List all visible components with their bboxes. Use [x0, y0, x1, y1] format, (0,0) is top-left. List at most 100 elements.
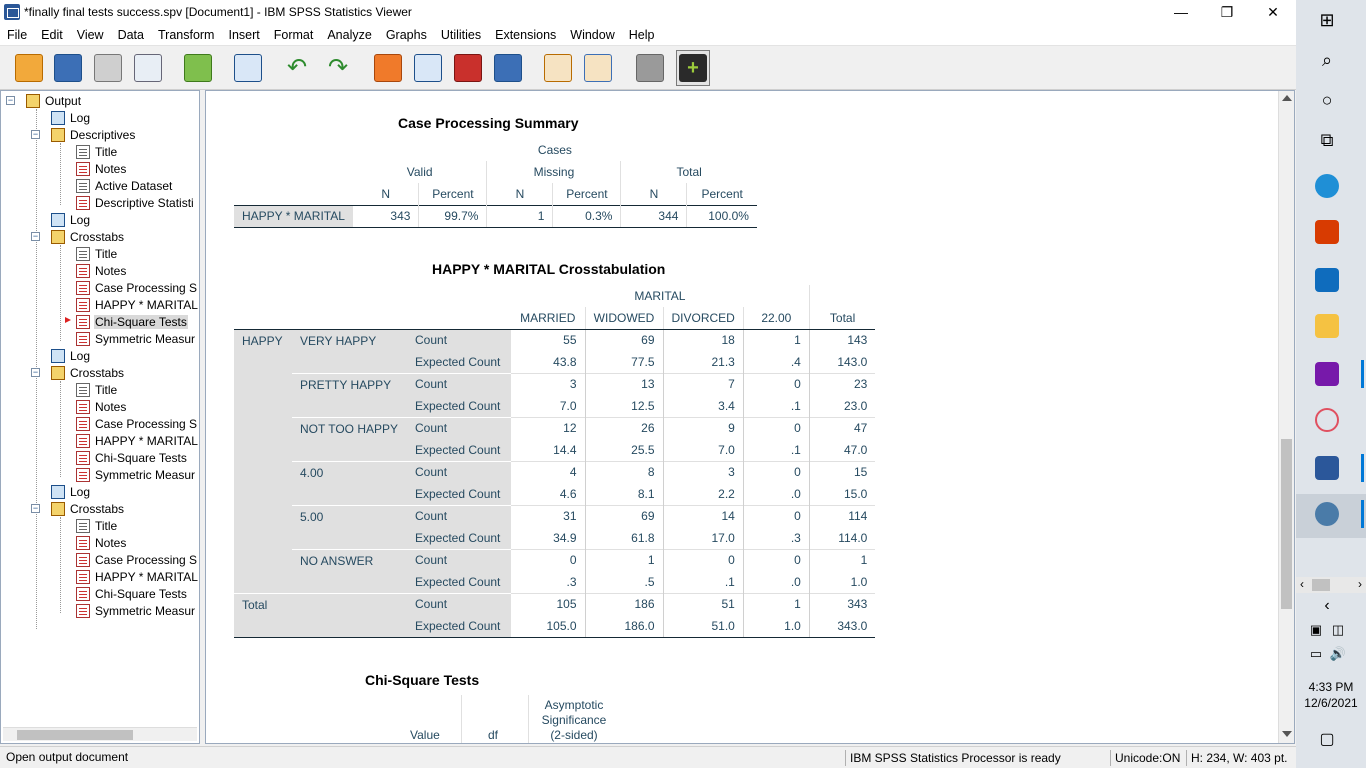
windows-start-icon[interactable]: ⊞: [1313, 6, 1341, 34]
snipping-tool-icon[interactable]: [1315, 408, 1339, 432]
tree-node-log[interactable]: Log: [51, 211, 91, 228]
output-outline-tree[interactable]: − Output Log − Descriptives Title Notes …: [0, 90, 200, 744]
undo-button[interactable]: ↶: [280, 50, 314, 86]
tree-node-log[interactable]: Log: [51, 483, 91, 500]
office-icon[interactable]: [1315, 220, 1339, 244]
save-button[interactable]: [51, 50, 85, 86]
tree-horizontal-scrollbar[interactable]: [3, 727, 197, 741]
tree-node-title[interactable]: Title: [76, 245, 118, 262]
tree-node-log[interactable]: Log: [51, 109, 91, 126]
scroll-up-icon[interactable]: [1282, 95, 1292, 101]
collapse-crosstabs-toggle[interactable]: −: [31, 504, 40, 513]
redo-button[interactable]: ↷: [321, 50, 355, 86]
scroll-thumb[interactable]: [1312, 579, 1330, 591]
onenote-icon[interactable]: [1315, 362, 1339, 386]
volume-icon[interactable]: 🔊: [1324, 640, 1352, 668]
tree-node-symmetric-measures[interactable]: Symmetric Measur: [76, 602, 198, 619]
insert-cases-button[interactable]: [451, 50, 485, 86]
menu-help[interactable]: Help: [622, 28, 662, 42]
tree-node-crosstabs[interactable]: Crosstabs: [51, 364, 125, 381]
scrollbar-thumb[interactable]: [17, 730, 133, 740]
menu-edit[interactable]: Edit: [34, 28, 70, 42]
tree-node-crosstabs[interactable]: Crosstabs: [51, 500, 125, 517]
collapse-output-toggle[interactable]: −: [6, 96, 15, 105]
print-preview-button[interactable]: [131, 50, 165, 86]
search-icon[interactable]: ⌕: [1313, 46, 1341, 74]
close-button[interactable]: ✕: [1250, 0, 1296, 24]
tree-node-crosstabs[interactable]: Crosstabs: [51, 228, 125, 245]
spss-taskbar-icon[interactable]: [1315, 502, 1339, 526]
tree-node-symmetric-measures[interactable]: Symmetric Measur: [76, 466, 198, 483]
tree-node-descriptive-statistics[interactable]: Descriptive Statisti: [76, 194, 198, 211]
tree-node-notes[interactable]: Notes: [76, 398, 127, 415]
collapse-descriptives-toggle[interactable]: −: [31, 130, 40, 139]
menu-window[interactable]: Window: [563, 28, 621, 42]
tree-node-case-processing[interactable]: Case Processing S: [76, 279, 198, 296]
notifications-icon[interactable]: ▢: [1313, 725, 1341, 753]
tree-node-title[interactable]: Title: [76, 143, 118, 160]
tree-node-notes[interactable]: Notes: [76, 534, 127, 551]
tree-node-chi-square-tests-selected[interactable]: Chi-Square Tests: [76, 313, 198, 330]
goto-variable-button[interactable]: [411, 50, 445, 86]
menu-graphs[interactable]: Graphs: [379, 28, 434, 42]
menu-utilities[interactable]: Utilities: [434, 28, 488, 42]
tree-node-chi-square-tests[interactable]: Chi-Square Tests: [76, 449, 198, 466]
tree-node-case-processing[interactable]: Case Processing S: [76, 551, 198, 568]
collapse-crosstabs-toggle[interactable]: −: [31, 368, 40, 377]
cortana-icon[interactable]: ○: [1313, 86, 1341, 114]
scrollbar-thumb[interactable]: [1281, 439, 1292, 609]
tree-node-case-processing[interactable]: Case Processing S: [76, 415, 198, 432]
task-view-icon[interactable]: ⧉: [1313, 126, 1341, 154]
tree-node-crosstabulation[interactable]: HAPPY * MARITAL: [76, 296, 198, 313]
designated-window-button[interactable]: [541, 50, 575, 86]
menu-format[interactable]: Format: [267, 28, 321, 42]
clock-date: 12/6/2021: [1304, 696, 1358, 710]
file-explorer-icon[interactable]: [1315, 314, 1339, 338]
word-icon[interactable]: [1315, 456, 1339, 480]
tree-node-active-dataset[interactable]: Active Dataset: [76, 177, 173, 194]
tree-node-title[interactable]: Title: [76, 381, 118, 398]
menu-file[interactable]: File: [0, 28, 34, 42]
store-icon[interactable]: [1315, 268, 1339, 292]
tree-node-chi-square-tests[interactable]: Chi-Square Tests: [76, 585, 198, 602]
menu-data[interactable]: Data: [111, 28, 151, 42]
collapse-crosstabs-toggle[interactable]: −: [31, 232, 40, 241]
title-icon: [76, 144, 90, 159]
menu-transform[interactable]: Transform: [151, 28, 222, 42]
recall-dialog-button[interactable]: [231, 50, 265, 86]
tray-scroll[interactable]: ‹ ›: [1296, 577, 1366, 593]
open-button[interactable]: [12, 50, 46, 86]
edge-icon[interactable]: [1315, 174, 1339, 198]
chevron-right-icon[interactable]: ›: [1358, 577, 1362, 591]
export-button[interactable]: [181, 50, 215, 86]
tree-node-notes[interactable]: Notes: [76, 262, 127, 279]
tree-node-symmetric-measures[interactable]: Symmetric Measur: [76, 330, 198, 347]
tree-node-crosstabulation[interactable]: HAPPY * MARITAL: [76, 568, 198, 585]
menu-analyze[interactable]: Analyze: [320, 28, 378, 42]
minimize-button[interactable]: —: [1158, 0, 1204, 24]
tree-node-log[interactable]: Log: [51, 347, 91, 364]
maximize-button[interactable]: ❐: [1204, 0, 1250, 24]
output-content-pane[interactable]: Case Processing Summary Cases Valid Miss…: [205, 90, 1295, 744]
tree-node-output[interactable]: Output: [26, 92, 82, 109]
chevron-left-icon[interactable]: ‹: [1300, 577, 1304, 591]
variables-button[interactable]: [491, 50, 525, 86]
goto-case-button[interactable]: [371, 50, 405, 86]
show-hide-button[interactable]: [633, 50, 667, 86]
print-button[interactable]: [91, 50, 125, 86]
menu-extensions[interactable]: Extensions: [488, 28, 563, 42]
pane-splitter[interactable]: [200, 90, 204, 744]
crosstab-table[interactable]: MARITAL MARRIED WIDOWED DIVORCED 22.00 T…: [234, 285, 876, 638]
taskbar-clock[interactable]: 4:33 PM 12/6/2021: [1296, 679, 1366, 711]
tree-node-title[interactable]: Title: [76, 517, 118, 534]
content-vertical-scrollbar[interactable]: [1278, 91, 1294, 743]
tree-node-notes[interactable]: Notes: [76, 160, 127, 177]
menu-insert[interactable]: Insert: [221, 28, 266, 42]
tree-node-crosstabulation[interactable]: HAPPY * MARITAL: [76, 432, 198, 449]
run-script-button[interactable]: [581, 50, 615, 86]
scroll-down-icon[interactable]: [1282, 731, 1292, 737]
menu-view[interactable]: View: [70, 28, 111, 42]
tree-node-descriptives[interactable]: Descriptives: [51, 126, 136, 143]
add-button[interactable]: +: [676, 50, 710, 86]
case-processing-table[interactable]: Cases Valid Missing Total N Percent N Pe…: [234, 139, 757, 228]
